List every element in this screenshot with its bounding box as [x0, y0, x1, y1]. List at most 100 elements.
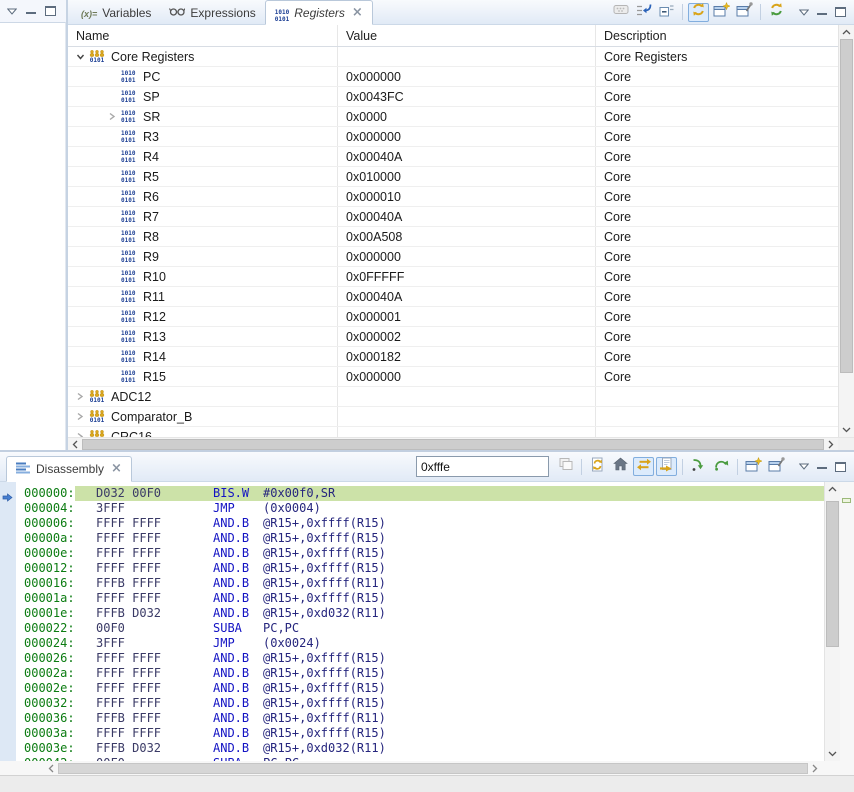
register-row-r9[interactable]: 10100101R90x000000Core	[68, 247, 838, 267]
scroll-thumb[interactable]	[58, 763, 808, 774]
disassembly-line[interactable]: 000016:FFFB FFFFAND.B@R15+,0xffff(R11)	[16, 576, 824, 591]
register-value[interactable]: 0x00040A	[338, 207, 596, 226]
expand-chevron-icon[interactable]	[76, 412, 89, 421]
scroll-right-icon[interactable]	[824, 440, 838, 449]
scroll-left-icon[interactable]	[68, 440, 82, 449]
register-row-r5[interactable]: 10100101R50x010000Core	[68, 167, 838, 187]
disassembly-line[interactable]: 00003a:FFFF FFFFAND.B@R15+,0xffff(R15)	[16, 726, 824, 741]
continuous-refresh-button[interactable]	[688, 3, 709, 22]
column-header-value[interactable]: Value	[338, 25, 596, 46]
register-value[interactable]: 0x00A508	[338, 227, 596, 246]
column-header-description[interactable]: Description	[596, 25, 838, 46]
close-tab-icon[interactable]: ×	[111, 464, 122, 474]
collapse-all-button[interactable]	[656, 3, 677, 22]
scroll-thumb[interactable]	[82, 439, 824, 450]
maximize-button[interactable]	[835, 462, 846, 472]
register-row-comparator-b[interactable]: 0101Comparator_B	[68, 407, 838, 427]
address-input[interactable]	[416, 456, 549, 477]
scroll-thumb[interactable]	[826, 501, 839, 647]
pin-view-button[interactable]	[766, 457, 787, 476]
register-value[interactable]: 0x00040A	[338, 287, 596, 306]
disassembly-line[interactable]: 000012:FFFF FFFFAND.B@R15+,0xffff(R15)	[16, 561, 824, 576]
registers-vertical-scrollbar[interactable]	[838, 25, 854, 437]
registers-horizontal-scrollbar[interactable]	[68, 437, 854, 450]
register-value[interactable]: 0x000000	[338, 127, 596, 146]
disassembly-line[interactable]: 000004:3FFFJMP(0x0004)	[16, 501, 824, 516]
register-row-core-registers[interactable]: 0101Core RegistersCore Registers	[68, 47, 838, 67]
register-value[interactable]	[338, 387, 596, 406]
refresh-button[interactable]	[766, 3, 787, 22]
link-with-active-context-button[interactable]	[633, 457, 654, 476]
register-row-crc16[interactable]: 0101CRC16	[68, 427, 838, 437]
minimize-button[interactable]	[26, 6, 36, 17]
register-value[interactable]: 0x000000	[338, 247, 596, 266]
register-value[interactable]	[338, 427, 596, 437]
disassembly-line[interactable]: 000036:FFFB FFFFAND.B@R15+,0xffff(R11)	[16, 711, 824, 726]
disassembly-line[interactable]: 000000:D032 00F0BIS.W#0x00f0,SR	[16, 486, 824, 501]
refresh-view-button[interactable]	[587, 457, 608, 476]
disassembly-vertical-scrollbar[interactable]	[824, 482, 840, 761]
register-value[interactable]: 0x000001	[338, 307, 596, 326]
register-row-adc12[interactable]: 0101ADC12	[68, 387, 838, 407]
home-button[interactable]	[610, 457, 631, 476]
maximize-button[interactable]	[835, 7, 846, 17]
disassembly-line[interactable]: 000022:00F0SUBAPC,PC	[16, 621, 824, 636]
register-row-r3[interactable]: 10100101R30x000000Core	[68, 127, 838, 147]
scroll-up-icon[interactable]	[839, 25, 854, 39]
register-row-r8[interactable]: 10100101R80x00A508Core	[68, 227, 838, 247]
minimize-button[interactable]	[817, 7, 827, 18]
register-row-pc[interactable]: 10100101PC0x000000Core	[68, 67, 838, 87]
register-row-r6[interactable]: 10100101R60x000010Core	[68, 187, 838, 207]
scroll-down-icon[interactable]	[825, 747, 840, 761]
view-menu-button[interactable]	[799, 9, 809, 16]
disassembly-line[interactable]: 000042:00F0SUBAPC,PC	[16, 756, 824, 761]
register-value[interactable]: 0x000000	[338, 367, 596, 386]
register-row-r14[interactable]: 10100101R140x000182Core	[68, 347, 838, 367]
scroll-thumb[interactable]	[840, 39, 853, 373]
register-row-r4[interactable]: 10100101R40x00040ACore	[68, 147, 838, 167]
scroll-down-icon[interactable]	[839, 423, 854, 437]
expand-chevron-icon[interactable]	[76, 53, 89, 61]
scroll-track[interactable]	[826, 496, 839, 747]
register-value[interactable]: 0x0043FC	[338, 87, 596, 106]
scroll-right-icon[interactable]	[808, 764, 822, 773]
register-value[interactable]: 0x000002	[338, 327, 596, 346]
maximize-button[interactable]	[45, 6, 56, 16]
pin-view-button[interactable]	[734, 3, 755, 22]
register-value[interactable]: 0x0FFFFF	[338, 267, 596, 286]
register-value[interactable]: 0x000000	[338, 67, 596, 86]
minimize-button[interactable]	[817, 461, 827, 472]
register-value[interactable]	[338, 47, 596, 66]
link-with-debug-button[interactable]	[633, 3, 654, 22]
disassembly-horizontal-scrollbar[interactable]	[0, 761, 854, 775]
disassembly-line[interactable]: 00001e:FFFB D032AND.B@R15+,0xd032(R11)	[16, 606, 824, 621]
view-menu-button[interactable]	[799, 463, 809, 470]
disassembly-line[interactable]: 000006:FFFF FFFFAND.B@R15+,0xffff(R15)	[16, 516, 824, 531]
register-row-sp[interactable]: 10100101SP0x0043FCCore	[68, 87, 838, 107]
tab-disassembly[interactable]: Disassembly ×	[6, 456, 132, 482]
scroll-left-icon[interactable]	[44, 764, 58, 773]
disassembly-line[interactable]: 00002e:FFFF FFFFAND.B@R15+,0xffff(R15)	[16, 681, 824, 696]
disassembly-line[interactable]: 00001a:FFFF FFFFAND.B@R15+,0xffff(R15)	[16, 591, 824, 606]
register-value[interactable]: 0x000010	[338, 187, 596, 206]
disassembly-line[interactable]: 00003e:FFFB D032AND.B@R15+,0xd032(R11)	[16, 741, 824, 756]
register-value[interactable]: 0x00040A	[338, 147, 596, 166]
expand-chevron-icon[interactable]	[108, 112, 121, 121]
disassembly-line[interactable]: 00002a:FFFF FFFFAND.B@R15+,0xffff(R15)	[16, 666, 824, 681]
register-row-r13[interactable]: 10100101R130x000002Core	[68, 327, 838, 347]
tab-expressions[interactable]: Expressions	[160, 1, 264, 24]
register-value[interactable]: 0x0000	[338, 107, 596, 126]
current-line-marker[interactable]	[842, 498, 851, 503]
assembly-step-into-button[interactable]	[688, 457, 709, 476]
register-row-r12[interactable]: 10100101R120x000001Core	[68, 307, 838, 327]
register-row-r10[interactable]: 10100101R100x0FFFFFCore	[68, 267, 838, 287]
view-menu-button[interactable]	[7, 8, 17, 15]
open-new-view-button[interactable]	[743, 457, 764, 476]
assembly-step-over-button[interactable]	[711, 457, 732, 476]
disassembly-line[interactable]: 00000e:FFFF FFFFAND.B@R15+,0xffff(R15)	[16, 546, 824, 561]
register-value[interactable]: 0x010000	[338, 167, 596, 186]
scroll-track[interactable]	[840, 39, 853, 423]
register-row-r7[interactable]: 10100101R70x00040ACore	[68, 207, 838, 227]
disassembly-line[interactable]: 00000a:FFFF FFFFAND.B@R15+,0xffff(R15)	[16, 531, 824, 546]
scroll-up-icon[interactable]	[825, 482, 840, 496]
